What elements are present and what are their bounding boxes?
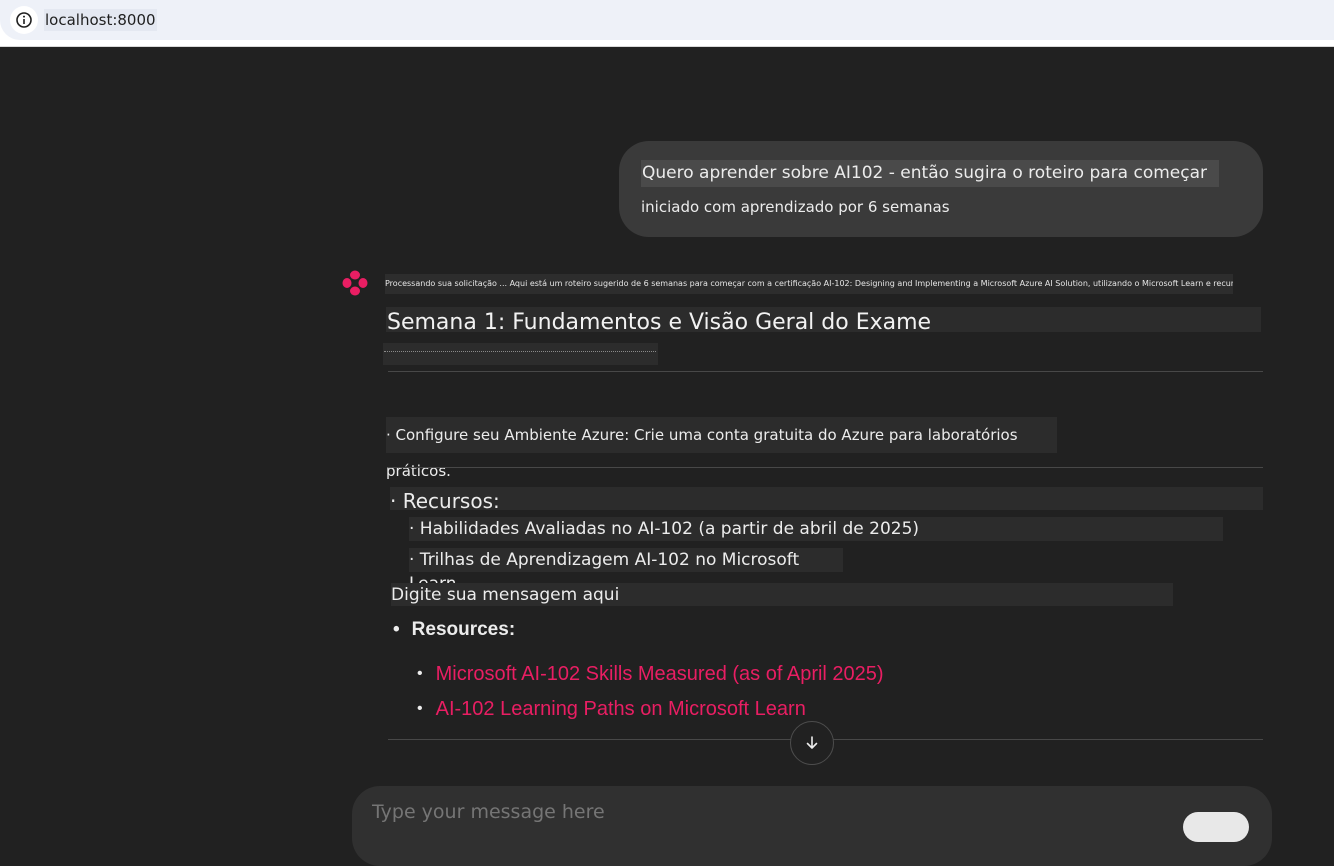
bullet: • <box>417 700 423 717</box>
assistant-logo-icon <box>341 269 369 297</box>
url-text[interactable]: localhost:8000 <box>44 9 157 31</box>
recursos-heading: · Recursos: <box>390 487 1263 513</box>
recursos-item: · Habilidades Avaliadas no AI-102 (a par… <box>409 517 1223 541</box>
arrow-down-icon <box>806 736 818 749</box>
browser-toolbar: localhost:8000 <box>0 0 1334 47</box>
resource-link-item: • Microsoft AI-102 Skills Measured (as of… <box>417 661 884 687</box>
resources-heading-label: Resources: <box>411 619 516 640</box>
user-message-bubble <box>619 141 1263 237</box>
configure-text: · Configure seu Ambiente Azure: Crie uma… <box>386 417 1057 480</box>
message-input[interactable] <box>372 801 1072 823</box>
user-message-line2: iniciado com aprendizado por 6 semanas <box>641 198 950 216</box>
processing-text: Processando sua solicitação ... Aqui est… <box>385 274 1233 294</box>
divider <box>388 467 1263 468</box>
bullet: • <box>417 665 423 682</box>
recursos-item: · Trilhas de Aprendizagem AI-102 no Micr… <box>409 548 843 594</box>
week-title: Semana 1: Fundamentos e Visão Geral do E… <box>386 307 1261 335</box>
send-toggle-button[interactable] <box>1183 812 1249 842</box>
message-composer <box>352 786 1272 866</box>
user-message-line1: Quero aprender sobre AI102 - então sugir… <box>641 160 1220 187</box>
resource-link-item: • AI-102 Learning Paths on Microsoft Lear… <box>417 696 806 722</box>
input-prompt-text: Digite sua mensagem aqui <box>391 583 1173 606</box>
resources-heading: • Resources: <box>393 617 515 643</box>
collapsed-text-line <box>383 343 658 365</box>
divider <box>388 371 1263 372</box>
address-bar[interactable]: localhost:8000 <box>0 0 1334 40</box>
bullet: • <box>393 619 400 640</box>
resource-link[interactable]: AI-102 Learning Paths on Microsoft Learn <box>436 698 806 720</box>
info-icon[interactable] <box>10 6 38 34</box>
scroll-down-button[interactable] <box>790 721 834 765</box>
resource-link[interactable]: Microsoft AI-102 Skills Measured (as of … <box>436 663 884 685</box>
